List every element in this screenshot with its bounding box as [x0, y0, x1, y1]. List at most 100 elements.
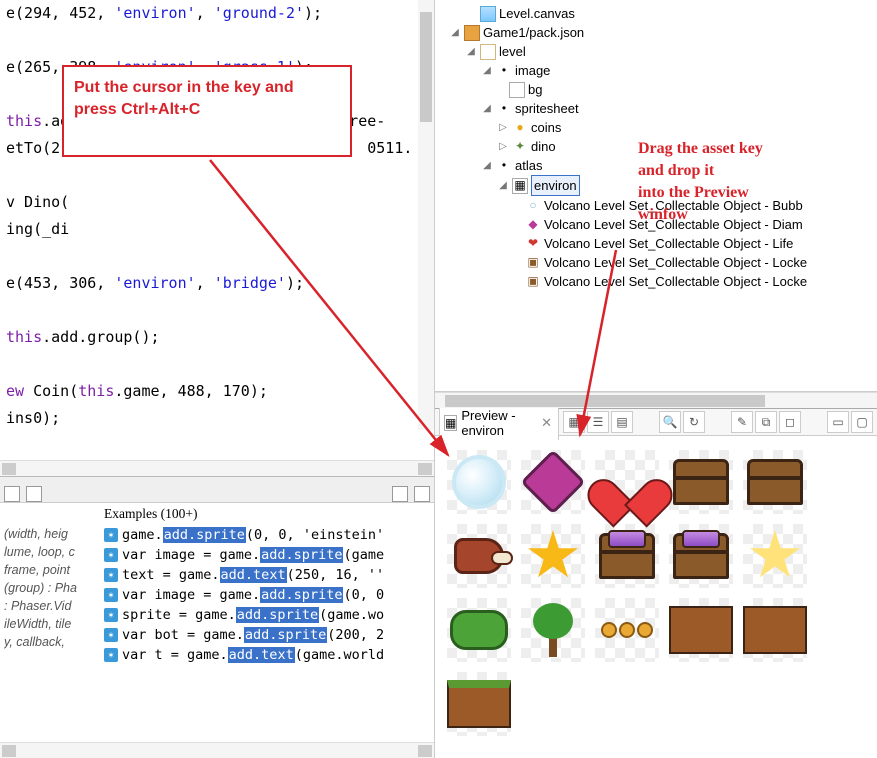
sprite-thumb[interactable]	[669, 598, 733, 662]
tree-twisty[interactable]: ◢	[481, 156, 493, 175]
sprite-thumb[interactable]	[669, 450, 733, 514]
sprite-thumb[interactable]	[447, 450, 511, 514]
callout-right: Drag the asset keyand drop itinto the Pr…	[638, 138, 763, 226]
new-button[interactable]: ◻	[779, 411, 801, 433]
tree-label[interactable]: image	[515, 61, 550, 80]
maximize-icon[interactable]	[414, 486, 430, 502]
tree-item[interactable]: ▣Volcano Level Set_Collectable Object - …	[437, 253, 875, 272]
examples-column: Examples (100+) ✶game.add.sprite(0, 0, '…	[100, 503, 434, 742]
tree-label[interactable]: level	[499, 42, 526, 61]
tree-label: Volcano Level Set_Collectable Object - L…	[544, 272, 807, 291]
dino-icon: ✦	[512, 139, 528, 155]
tree-twisty[interactable]: ◢	[465, 42, 477, 61]
tree-horizontal-scrollbar[interactable]	[435, 392, 877, 408]
atlas-icon: ▦	[444, 415, 457, 431]
example-row[interactable]: ✶var bot = game.add.sprite(200, 2	[100, 625, 434, 645]
tree-label[interactable]: dino	[531, 137, 556, 156]
code-editor[interactable]: e(294, 452, 'environ', 'ground-2'); e(26…	[0, 0, 434, 460]
tree-label: Volcano Level Set_Collectable Object - L…	[544, 234, 793, 253]
tree-label[interactable]: coins	[531, 118, 561, 137]
sprite-thumb[interactable]	[447, 672, 511, 736]
tree-item[interactable]: ❤Volcano Level Set_Collectable Object - …	[437, 234, 875, 253]
tree-label[interactable]: spritesheet	[515, 99, 579, 118]
vertical-scrollbar[interactable]	[418, 0, 434, 430]
api-hint: (group) : Pha	[4, 579, 96, 597]
tree-label[interactable]: atlas	[515, 156, 542, 175]
tree-twisty[interactable]: ◢	[497, 176, 509, 195]
sprite-thumb[interactable]	[521, 450, 585, 514]
api-hint-column: (width, heiglume, loop, c frame, point(g…	[0, 503, 100, 742]
sprite-thumb[interactable]	[521, 598, 585, 662]
horizontal-scrollbar[interactable]	[0, 460, 434, 476]
zoom-button[interactable]: 🔍	[659, 411, 681, 433]
example-row[interactable]: ✶game.add.sprite(0, 0, 'einstein'	[100, 525, 434, 545]
sprite-thumb[interactable]	[743, 450, 807, 514]
example-row[interactable]: ✶var image = game.add.sprite(0, 0	[100, 585, 434, 605]
example-icon: ✶	[104, 588, 118, 602]
callout-left: Put the cursor in the key and press Ctrl…	[62, 65, 352, 157]
tree-twisty[interactable]: ▷	[497, 118, 509, 137]
image-icon	[509, 82, 525, 98]
tree-label: Volcano Level Set_Collectable Object - L…	[544, 253, 807, 272]
example-row[interactable]: ✶sprite = game.add.sprite(game.wo	[100, 605, 434, 625]
sprite-icon: ◆	[525, 217, 541, 233]
example-icon: ✶	[104, 648, 118, 662]
example-row[interactable]: ✶text = game.add.text(250, 16, ''	[100, 565, 434, 585]
tree-label[interactable]: Game1/pack.json	[483, 23, 584, 42]
minimize-icon[interactable]: ▭	[827, 411, 849, 433]
sprite-thumb[interactable]	[669, 524, 733, 588]
horizontal-scrollbar[interactable]	[0, 742, 434, 758]
api-hint: frame, point	[4, 561, 96, 579]
tree-label[interactable]: Level.canvas	[499, 4, 575, 23]
preview-title: Preview - environ	[461, 408, 535, 438]
sprite-thumb[interactable]	[595, 598, 659, 662]
example-icon: ✶	[104, 568, 118, 582]
api-hint: (width, heig	[4, 525, 96, 543]
tree-label[interactable]: bg	[528, 80, 542, 99]
panel-tab-bar[interactable]	[0, 476, 434, 502]
tree-twisty[interactable]: ◢	[449, 23, 461, 42]
panel-icon[interactable]	[4, 486, 20, 502]
chains-panel: (width, heiglume, loop, c frame, point(g…	[0, 502, 434, 742]
tree-twisty[interactable]: ▷	[497, 137, 509, 156]
tree-twisty[interactable]: ◢	[481, 61, 493, 80]
preview-tab[interactable]: ▦ Preview - environ ✕	[439, 405, 559, 440]
tree-label-selected[interactable]: environ	[531, 175, 580, 196]
atlas-icon: ▦	[512, 178, 528, 194]
list-view-button[interactable]: ☰	[587, 411, 609, 433]
sprite-icon: ○	[525, 198, 541, 214]
preview-toolbar: ▦ Preview - environ ✕ ▦ ☰ ▤ 🔍 ↻ ✎ ⧉ ◻ ▭ …	[435, 408, 877, 436]
api-hint: y, callback,	[4, 633, 96, 651]
examples-header: Examples (100+)	[100, 503, 434, 525]
canvas-icon	[480, 6, 496, 22]
sprite-icon: ▣	[525, 274, 541, 290]
sprite-thumb[interactable]	[595, 524, 659, 588]
tree-twisty[interactable]: ◢	[481, 99, 493, 118]
bullet-icon: •	[496, 158, 512, 174]
sprite-thumb[interactable]	[447, 598, 511, 662]
sprite-thumb[interactable]	[447, 524, 511, 588]
close-icon[interactable]: ✕	[539, 415, 554, 431]
folder-icon	[480, 44, 496, 60]
refresh-button[interactable]: ↻	[683, 411, 705, 433]
api-hint: ileWidth, tile	[4, 615, 96, 633]
sprite-thumb[interactable]	[595, 450, 659, 514]
maximize-icon[interactable]: ▢	[851, 411, 873, 433]
bullet-icon: •	[496, 63, 512, 79]
sprite-thumb[interactable]	[743, 598, 807, 662]
detail-view-button[interactable]: ▤	[611, 411, 633, 433]
link-button[interactable]: ⧉	[755, 411, 777, 433]
sprite-icon: ❤	[525, 236, 541, 252]
example-row[interactable]: ✶var t = game.add.text(game.world	[100, 645, 434, 665]
sprite-thumb[interactable]	[521, 524, 585, 588]
example-icon: ✶	[104, 608, 118, 622]
example-icon: ✶	[104, 628, 118, 642]
panel-icon[interactable]	[26, 486, 42, 502]
sprite-thumb[interactable]	[743, 524, 807, 588]
edit-button[interactable]: ✎	[731, 411, 753, 433]
minimize-icon[interactable]	[392, 486, 408, 502]
example-row[interactable]: ✶var image = game.add.sprite(game	[100, 545, 434, 565]
preview-area[interactable]	[435, 436, 877, 758]
grid-view-button[interactable]: ▦	[563, 411, 585, 433]
tree-item[interactable]: ▣Volcano Level Set_Collectable Object - …	[437, 272, 875, 291]
